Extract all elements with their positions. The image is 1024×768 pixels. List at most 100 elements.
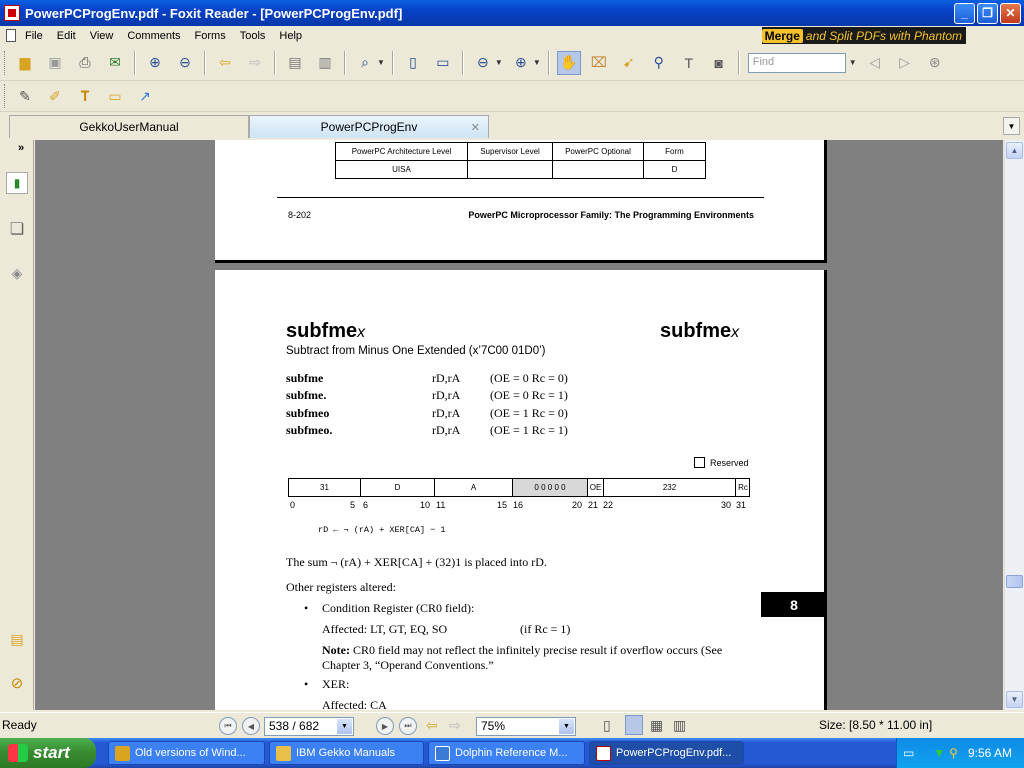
select-annotation-icon[interactable]: ➹ [617, 51, 641, 75]
document-icon[interactable] [6, 29, 16, 42]
toolbar-separator [274, 50, 276, 75]
pages-icon[interactable]: ❏ [6, 218, 28, 240]
open-icon[interactable]: ▆ [13, 51, 37, 75]
tab-powerpc-prog-env[interactable]: PowerPCProgEnv ✕ [249, 115, 489, 138]
menu-tools[interactable]: Tools [233, 30, 273, 42]
pseudocode: rD ← ¬ (rA) + XER[CA] − 1 [318, 525, 446, 535]
next-page-icon[interactable]: ⊖ [173, 51, 197, 75]
network-icon[interactable]: ▼ [933, 746, 945, 760]
forward-icon[interactable]: ⇨ [243, 51, 267, 75]
next-page-icon[interactable]: ▶ [376, 717, 394, 735]
footer-rule [277, 197, 764, 198]
search-tray-icon[interactable]: ⚲ [949, 746, 958, 760]
fit-page-icon[interactable]: ▭ [431, 51, 455, 75]
find-previous-icon[interactable]: ◁ [863, 51, 887, 75]
zoom-out-icon[interactable]: ⊖ [471, 51, 495, 75]
document-viewport[interactable]: PowerPC Architecture Level Supervisor Le… [35, 140, 1003, 710]
binoculars-icon[interactable]: ⚲ [647, 51, 671, 75]
keyboard-icon[interactable]: ▭ [903, 746, 914, 760]
taskbar-item-powerpc-pdf[interactable]: PowerPCProgEnv.pdf... [589, 741, 744, 765]
clock[interactable]: 9:56 AM [968, 746, 1012, 760]
menu-edit[interactable]: Edit [50, 30, 83, 42]
scroll-up-icon[interactable]: ▲ [1006, 142, 1023, 159]
textbox-icon[interactable]: 𝐓 [73, 84, 97, 108]
forward-view-icon[interactable]: ⇨ [449, 717, 461, 734]
toolbar-grip[interactable] [4, 50, 7, 75]
menu-forms[interactable]: Forms [188, 30, 233, 42]
page-heading-left: subfmex [286, 320, 365, 343]
zoom-out-dropdown-icon[interactable]: ▼ [495, 58, 503, 67]
facing-pages-icon[interactable]: ▦ [650, 717, 663, 734]
page-number-field[interactable]: 538 / 682 ▼ [264, 717, 354, 736]
comments-panel-icon[interactable]: ▤ [6, 628, 28, 650]
document-tab-bar: GekkoUserManual PowerPCProgEnv ✕ ▼ [0, 113, 1024, 138]
taskbar-item-ibm-gekko[interactable]: IBM Gekko Manuals [269, 741, 424, 765]
fit-width-icon[interactable]: ▯ [401, 51, 425, 75]
instruction-subtitle: Subtract from Minus One Extended (x’7C00… [286, 345, 546, 357]
arrow-tool-icon[interactable]: ↗ [133, 84, 157, 108]
close-button[interactable]: ✕ [1000, 2, 1021, 24]
scroll-thumb[interactable] [1006, 575, 1023, 588]
callout-icon[interactable]: ▭ [103, 84, 127, 108]
last-page-icon[interactable]: ⏭ [399, 717, 417, 735]
zoom-icon[interactable]: ⌕ [353, 51, 377, 75]
insert-page-icon[interactable]: ▥ [313, 51, 337, 75]
prev-page-icon[interactable]: ◀ [242, 717, 260, 735]
first-page-icon[interactable]: ⏮ [219, 717, 237, 735]
tab-list-dropdown-icon[interactable]: ▼ [1003, 117, 1020, 135]
menu-comments[interactable]: Comments [120, 30, 187, 42]
advanced-search-icon[interactable]: ⊛ [923, 51, 947, 75]
note-edit-icon[interactable]: ✎ [13, 84, 37, 108]
zoom-dropdown-icon[interactable]: ▼ [559, 719, 574, 734]
reserved-legend: Reserved [694, 457, 749, 468]
print-icon[interactable]: ⎙ [73, 51, 97, 75]
heading-text: subfme [286, 320, 358, 342]
email-icon[interactable]: ✉ [103, 51, 127, 75]
select-text-icon[interactable]: ⌧ [587, 51, 611, 75]
note-label: Note: [322, 643, 350, 657]
phantom-ad-banner[interactable]: Merge and Split PDFs with Phantom [761, 27, 966, 44]
find-input[interactable]: Find [747, 52, 846, 73]
highlight-icon[interactable]: ✐ [43, 84, 67, 108]
taskbar-item-dolphin-reference[interactable]: Dolphin Reference M... [428, 741, 585, 765]
find-dropdown-icon[interactable]: ▼ [849, 58, 857, 67]
single-page-icon[interactable]: ▯ [603, 717, 611, 734]
toolbar-grip[interactable] [4, 84, 7, 108]
vertical-scrollbar[interactable]: ▲ ▼ [1004, 140, 1024, 710]
tab-gekko-user-manual[interactable]: GekkoUserManual [9, 115, 249, 138]
back-icon[interactable]: ⇦ [213, 51, 237, 75]
zoom-in-dropdown-icon[interactable]: ▼ [533, 58, 541, 67]
page-dropdown-icon[interactable]: ▼ [337, 719, 352, 734]
menu-help[interactable]: Help [272, 30, 309, 42]
zoom-dropdown-icon[interactable]: ▼ [377, 58, 385, 67]
typewriter-icon[interactable]: T [677, 51, 701, 75]
zoom-in-icon[interactable]: ⊕ [509, 51, 533, 75]
foxit-app-icon[interactable] [4, 5, 20, 21]
start-button[interactable]: start [0, 738, 96, 768]
zoom-field[interactable]: 75% ▼ [476, 717, 576, 736]
attachments-icon[interactable]: ⊘ [6, 672, 28, 694]
bookmarks-icon[interactable]: ▮ [6, 172, 28, 194]
title-bar: PowerPCProgEnv.pdf - Foxit Reader - [Pow… [0, 0, 1024, 26]
layers-icon[interactable]: ◈ [6, 262, 28, 284]
menu-view[interactable]: View [83, 30, 121, 42]
expand-sidebar-icon[interactable]: » [18, 142, 24, 154]
page-size-label: Size: [8.50 * 11.00 in] [819, 718, 933, 732]
scroll-down-icon[interactable]: ▼ [1006, 691, 1023, 708]
save-icon[interactable]: ▣ [43, 51, 67, 75]
extract-page-icon[interactable]: ▤ [283, 51, 307, 75]
previous-page-icon[interactable]: ⊕ [143, 51, 167, 75]
snapshot-icon[interactable]: ◙ [707, 51, 731, 75]
tab-close-icon[interactable]: ✕ [471, 121, 480, 134]
continuous-page-icon[interactable] [625, 715, 643, 735]
hand-tool-icon[interactable]: ✋ [556, 50, 581, 75]
affected-xer: Affected: CA [322, 698, 387, 710]
restore-button[interactable]: ❐ [977, 2, 998, 24]
continuous-facing-icon[interactable]: ▥ [673, 717, 686, 734]
taskbar-item-old-versions[interactable]: Old versions of Wind... [108, 741, 265, 765]
minimize-button[interactable]: _ [954, 2, 975, 24]
back-view-icon[interactable]: ⇦ [426, 717, 438, 734]
page-number-value: 538 / 682 [269, 719, 320, 733]
menu-file[interactable]: File [18, 30, 50, 42]
find-next-icon[interactable]: ▷ [893, 51, 917, 75]
